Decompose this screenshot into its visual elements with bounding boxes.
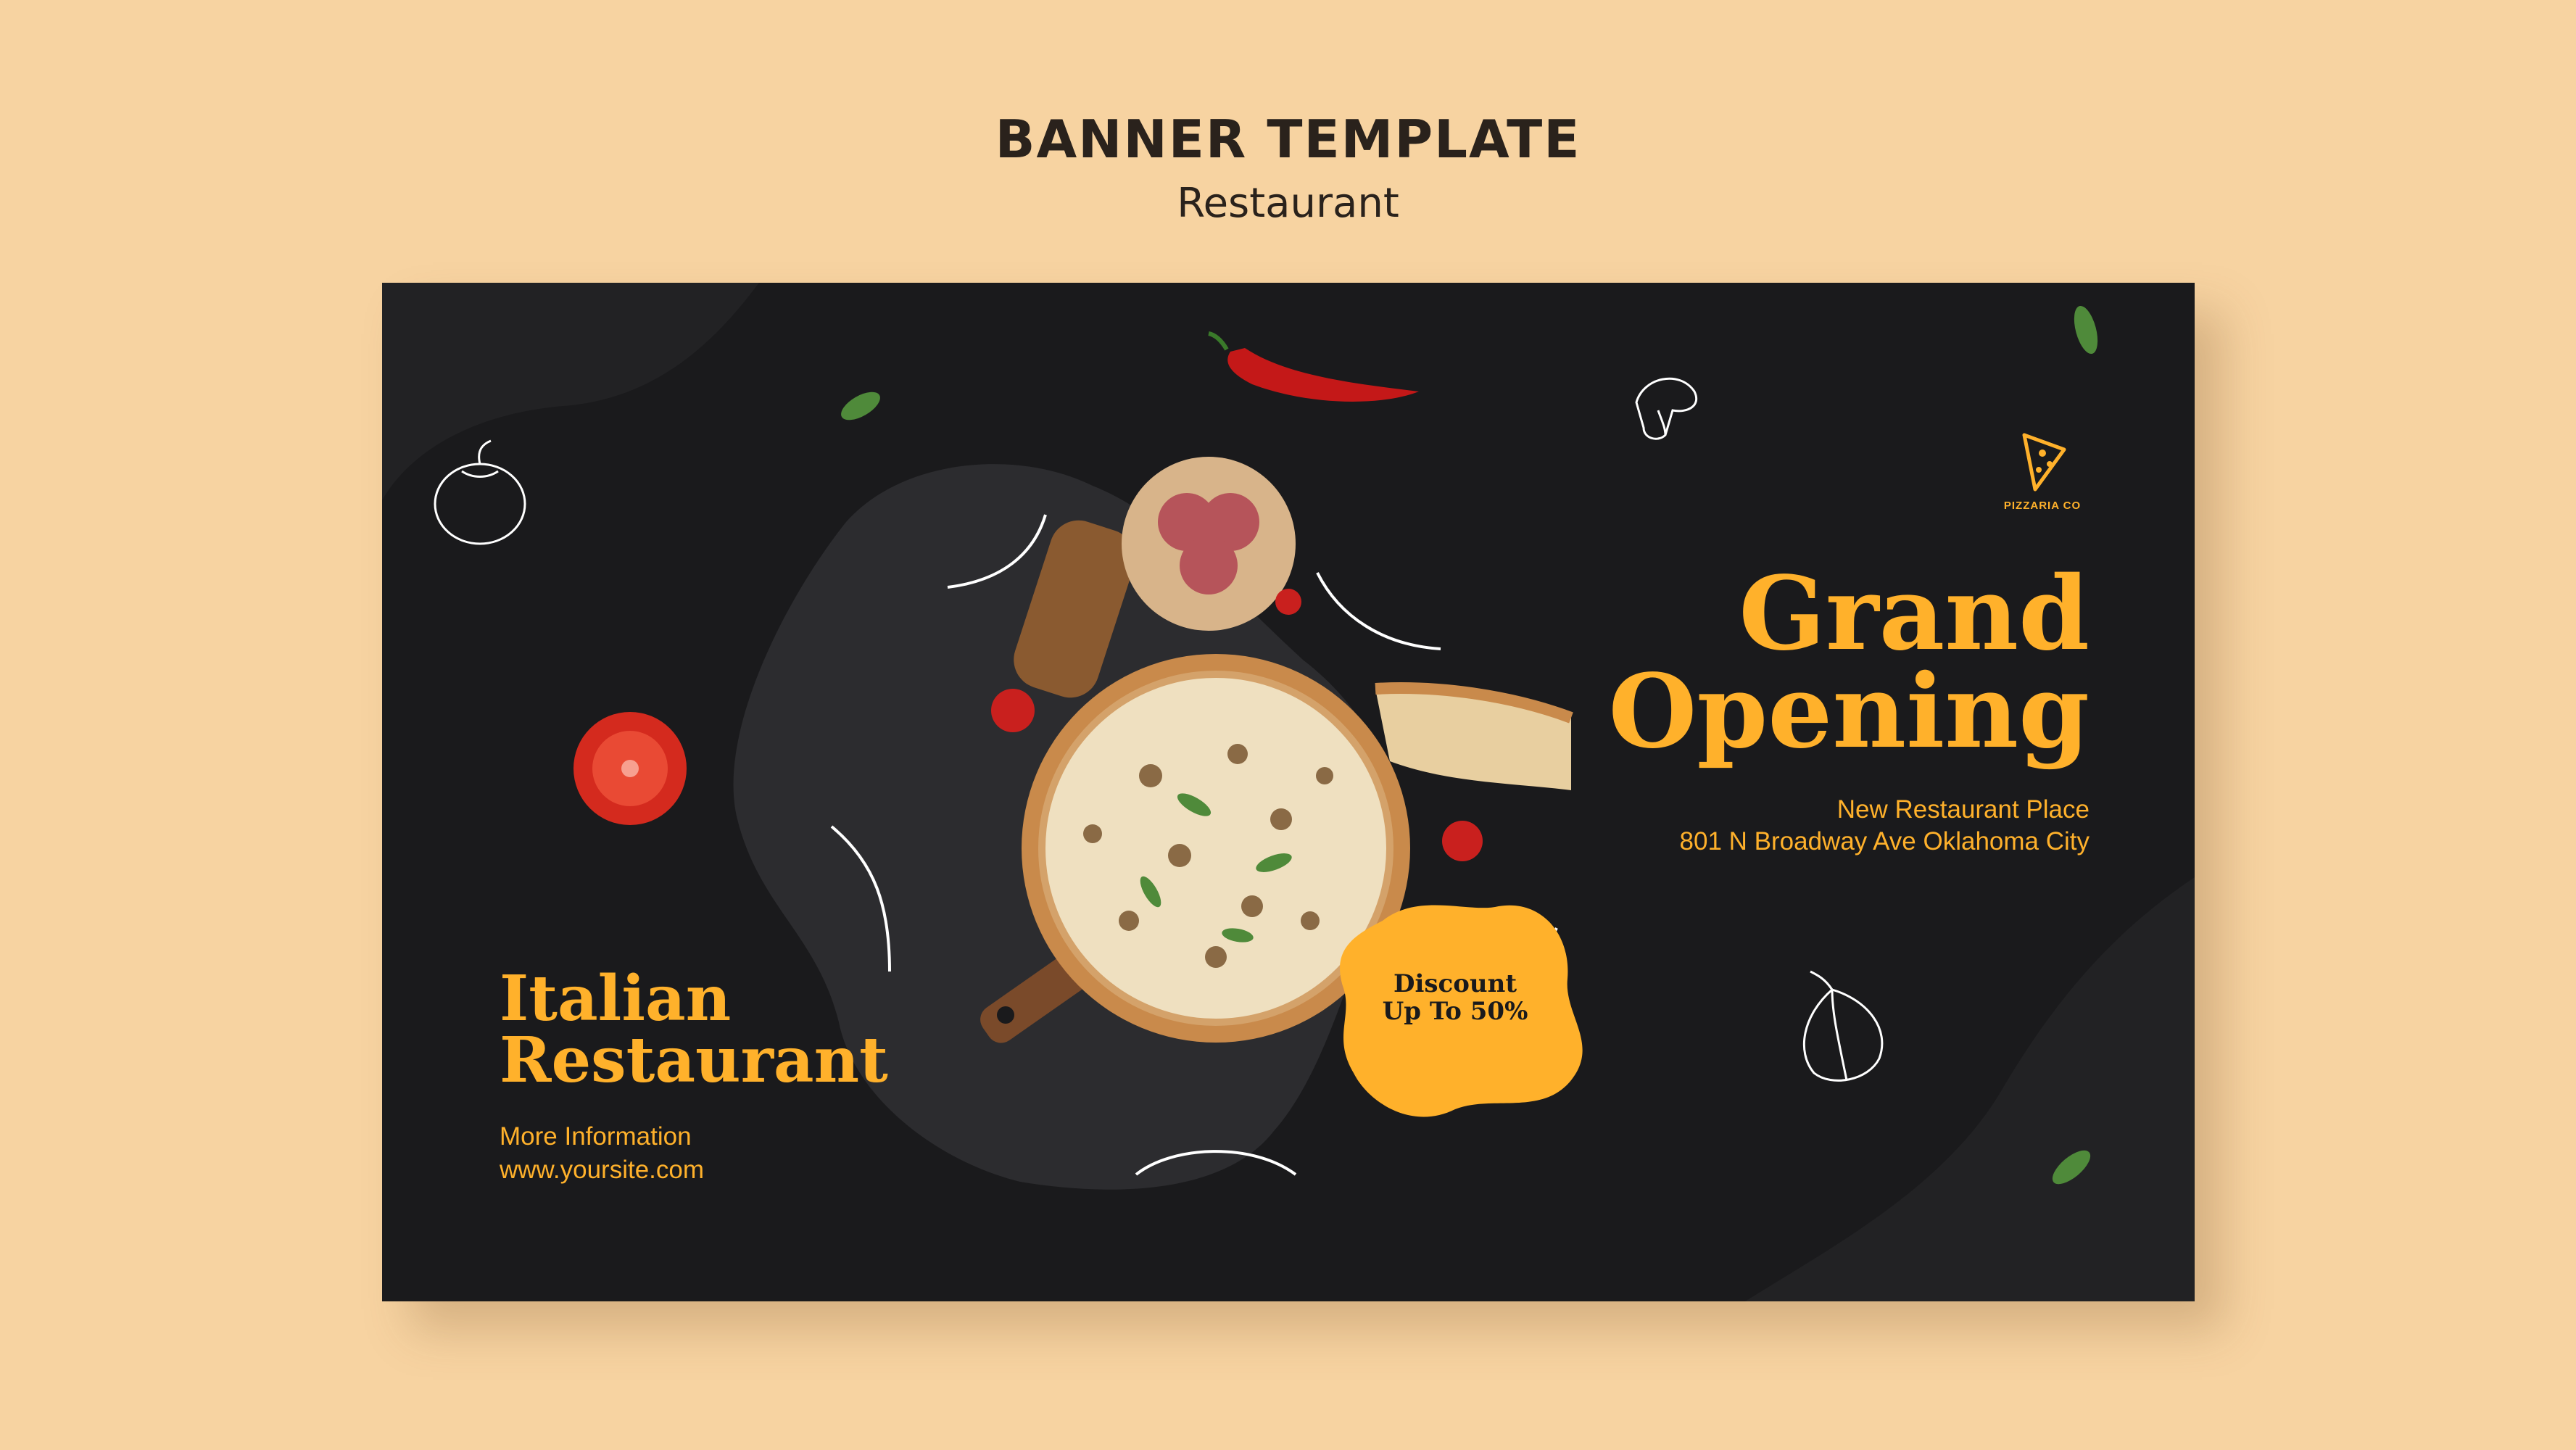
address-block: New Restaurant Place 801 N Broadway Ave … xyxy=(1680,794,2090,858)
website-link[interactable]: www.yoursite.com xyxy=(500,1153,704,1187)
restaurant-name-line-1: Italian xyxy=(500,962,732,1035)
headline-line-1: Grand xyxy=(1739,555,2090,674)
mushroom-outline-icon xyxy=(1635,377,1698,440)
discount-text-block: Discount Up To 50% xyxy=(1339,906,1571,1109)
restaurant-banner: PIZZARIA CO Grand Opening New Restaurant… xyxy=(382,283,2195,1301)
tomato-slice-icon xyxy=(573,712,687,825)
tomato-outline-icon xyxy=(434,439,526,545)
background-blob xyxy=(382,283,759,500)
page-subtitle: Restaurant xyxy=(1177,180,1399,227)
restaurant-name-line-2: Restaurant xyxy=(500,1024,888,1097)
address-line-1: New Restaurant Place xyxy=(1836,795,2090,824)
restaurant-name: Italian Restaurant xyxy=(500,962,888,1097)
garlic-outline-icon xyxy=(1802,970,1884,1082)
chili-pepper-icon xyxy=(1227,348,1419,402)
headline-line-2: Opening xyxy=(1608,652,2090,771)
address-line-2: 801 N Broadway Ave Oklahoma City xyxy=(1679,827,2090,856)
more-information-label: More Information xyxy=(500,1122,692,1151)
cherry-tomato xyxy=(1275,589,1301,615)
pizzaria-logo: PIZZARIA CO xyxy=(1999,428,2086,512)
discount-line-1: Discount xyxy=(1393,969,1517,998)
pizza-slice-image xyxy=(1375,682,1573,790)
logo-text: PIZZARIA CO xyxy=(2003,500,2082,512)
discount-line-2: Up To 50% xyxy=(1382,997,1528,1026)
more-information: More Information www.yoursite.com xyxy=(500,1120,704,1187)
pizza-slice-logo-icon xyxy=(2022,433,2066,492)
grand-opening-headline: Grand Opening xyxy=(1608,555,2090,771)
background-blob xyxy=(1745,877,2195,1301)
cherry-tomato xyxy=(991,689,1035,732)
page-title: BANNER TEMPLATE xyxy=(995,109,1581,170)
cherry-tomato xyxy=(1442,821,1483,861)
